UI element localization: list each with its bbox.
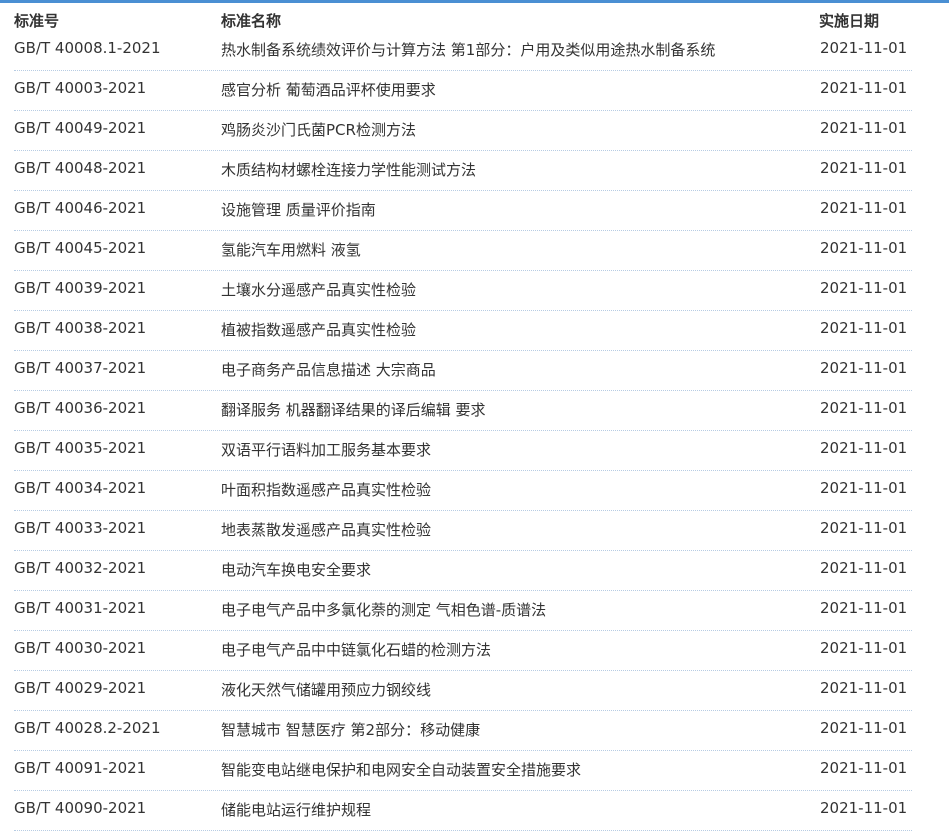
table-row[interactable]: GB/T 40036-2021 翻译服务 机器翻译结果的译后编辑 要求 2021-1…: [0, 391, 949, 431]
standard-code[interactable]: GB/T 40034-2021: [14, 479, 146, 497]
implementation-date: 2021-11-01: [820, 799, 908, 817]
standard-name-link[interactable]: 叶面积指数遥感产品真实性检验: [221, 479, 431, 500]
standard-code[interactable]: GB/T 40028.2-2021: [14, 719, 161, 737]
standard-code[interactable]: GB/T 40035-2021: [14, 439, 146, 457]
implementation-date: 2021-11-01: [820, 439, 908, 457]
table-row[interactable]: GB/T 40090-2021 储能电站运行维护规程 2021-11-01: [0, 791, 949, 831]
standard-code[interactable]: GB/T 40048-2021: [14, 159, 146, 177]
standard-code[interactable]: GB/T 40090-2021: [14, 799, 146, 817]
standard-name-link[interactable]: 液化天然气储罐用预应力钢绞线: [221, 679, 431, 700]
standard-name-link[interactable]: 地表蒸散发遥感产品真实性检验: [221, 519, 431, 540]
table-row[interactable]: GB/T 40048-2021 木质结构材螺栓连接力学性能测试方法 2021-11-…: [0, 151, 949, 191]
standard-code[interactable]: GB/T 40031-2021: [14, 599, 146, 617]
header-implementation-date: 实施日期: [819, 12, 880, 30]
standard-name-link[interactable]: 智能变电站继电保护和电网安全自动装置安全措施要求: [221, 759, 581, 780]
table-row[interactable]: GB/T 40045-2021 氢能汽车用燃料 液氢 2021-11-01: [0, 231, 949, 271]
table-row[interactable]: GB/T 40008.1-2021 热水制备系统绩效评价与计算方法 第1部分：户用…: [0, 31, 949, 71]
implementation-date: 2021-11-01: [820, 719, 908, 737]
implementation-date: 2021-11-01: [820, 559, 908, 577]
table-row[interactable]: GB/T 40029-2021 液化天然气储罐用预应力钢绞线 2021-11-01: [0, 671, 949, 711]
implementation-date: 2021-11-01: [820, 79, 908, 97]
implementation-date: 2021-11-01: [820, 359, 908, 377]
implementation-date: 2021-11-01: [820, 239, 908, 257]
table-body: GB/T 40008.1-2021 热水制备系统绩效评价与计算方法 第1部分：户用…: [0, 31, 949, 831]
standard-name-link[interactable]: 双语平行语料加工服务基本要求: [221, 439, 431, 460]
table-row[interactable]: GB/T 40032-2021 电动汽车换电安全要求 2021-11-01: [0, 551, 949, 591]
standard-name-link[interactable]: 电子电气产品中中链氯化石蜡的检测方法: [221, 639, 491, 660]
standard-code[interactable]: GB/T 40039-2021: [14, 279, 146, 297]
implementation-date: 2021-11-01: [820, 39, 908, 57]
table-row[interactable]: GB/T 40039-2021 土壤水分遥感产品真实性检验 2021-11-01: [0, 271, 949, 311]
standard-code[interactable]: GB/T 40029-2021: [14, 679, 146, 697]
implementation-date: 2021-11-01: [820, 759, 908, 777]
table-row[interactable]: GB/T 40028.2-2021 智慧城市 智慧医疗 第2部分：移动健康 2021…: [0, 711, 949, 751]
standard-name-link[interactable]: 感官分析 葡萄酒品评杯使用要求: [221, 79, 436, 100]
standard-name-link[interactable]: 木质结构材螺栓连接力学性能测试方法: [221, 159, 476, 180]
standard-code[interactable]: GB/T 40030-2021: [14, 639, 146, 657]
standard-code[interactable]: GB/T 40008.1-2021: [14, 39, 161, 57]
standard-code[interactable]: GB/T 40033-2021: [14, 519, 146, 537]
standard-code[interactable]: GB/T 40091-2021: [14, 759, 146, 777]
table-row[interactable]: GB/T 40049-2021 鸡肠炎沙门氏菌PCR检测方法 2021-11-01: [0, 111, 949, 151]
standard-code[interactable]: GB/T 40045-2021: [14, 239, 146, 257]
implementation-date: 2021-11-01: [820, 679, 908, 697]
table-row[interactable]: GB/T 40035-2021 双语平行语料加工服务基本要求 2021-11-01: [0, 431, 949, 471]
standard-name-link[interactable]: 智慧城市 智慧医疗 第2部分：移动健康: [221, 719, 480, 740]
standard-name-link[interactable]: 植被指数遥感产品真实性检验: [221, 319, 416, 340]
standard-name-link[interactable]: 翻译服务 机器翻译结果的译后编辑 要求: [221, 399, 486, 420]
standard-name-link[interactable]: 电子电气产品中多氯化萘的测定 气相色谱-质谱法: [221, 599, 546, 620]
header-standard-code: 标准号: [14, 12, 60, 30]
table-row[interactable]: GB/T 40031-2021 电子电气产品中多氯化萘的测定 气相色谱-质谱法 20…: [0, 591, 949, 631]
standard-code[interactable]: GB/T 40046-2021: [14, 199, 146, 217]
standard-name-link[interactable]: 储能电站运行维护规程: [221, 799, 371, 820]
standard-name-link[interactable]: 热水制备系统绩效评价与计算方法 第1部分：户用及类似用途热水制备系统: [221, 39, 715, 60]
standard-name-link[interactable]: 设施管理 质量评价指南: [221, 199, 376, 220]
standard-code[interactable]: GB/T 40038-2021: [14, 319, 146, 337]
table-row[interactable]: GB/T 40037-2021 电子商务产品信息描述 大宗商品 2021-11-01: [0, 351, 949, 391]
standard-name-link[interactable]: 土壤水分遥感产品真实性检验: [221, 279, 416, 300]
implementation-date: 2021-11-01: [820, 279, 908, 297]
standard-code[interactable]: GB/T 40032-2021: [14, 559, 146, 577]
implementation-date: 2021-11-01: [820, 319, 908, 337]
standard-name-link[interactable]: 氢能汽车用燃料 液氢: [221, 239, 361, 260]
standard-code[interactable]: GB/T 40036-2021: [14, 399, 146, 417]
standard-name-link[interactable]: 电动汽车换电安全要求: [221, 559, 371, 580]
table-header: 标准号 标准名称 实施日期: [0, 3, 949, 33]
standard-code[interactable]: GB/T 40003-2021: [14, 79, 146, 97]
implementation-date: 2021-11-01: [820, 399, 908, 417]
table-row[interactable]: GB/T 40034-2021 叶面积指数遥感产品真实性检验 2021-11-01: [0, 471, 949, 511]
table-row[interactable]: GB/T 40046-2021 设施管理 质量评价指南 2021-11-01: [0, 191, 949, 231]
implementation-date: 2021-11-01: [820, 159, 908, 177]
table-row[interactable]: GB/T 40091-2021 智能变电站继电保护和电网安全自动装置安全措施要求 2…: [0, 751, 949, 791]
standard-code[interactable]: GB/T 40037-2021: [14, 359, 146, 377]
standard-name-link[interactable]: 鸡肠炎沙门氏菌PCR检测方法: [221, 119, 416, 140]
standard-name-link[interactable]: 电子商务产品信息描述 大宗商品: [221, 359, 436, 380]
standards-list-page: 标准号 标准名称 实施日期 GB/T 40008.1-2021 热水制备系统绩效评…: [0, 0, 949, 838]
header-standard-name: 标准名称: [221, 12, 282, 30]
implementation-date: 2021-11-01: [820, 479, 908, 497]
implementation-date: 2021-11-01: [820, 119, 908, 137]
implementation-date: 2021-11-01: [820, 199, 908, 217]
table-row[interactable]: GB/T 40038-2021 植被指数遥感产品真实性检验 2021-11-01: [0, 311, 949, 351]
implementation-date: 2021-11-01: [820, 599, 908, 617]
standard-code[interactable]: GB/T 40049-2021: [14, 119, 146, 137]
table-row[interactable]: GB/T 40030-2021 电子电气产品中中链氯化石蜡的检测方法 2021-11…: [0, 631, 949, 671]
implementation-date: 2021-11-01: [820, 639, 908, 657]
implementation-date: 2021-11-01: [820, 519, 908, 537]
table-row[interactable]: GB/T 40003-2021 感官分析 葡萄酒品评杯使用要求 2021-11-01: [0, 71, 949, 111]
table-row[interactable]: GB/T 40033-2021 地表蒸散发遥感产品真实性检验 2021-11-01: [0, 511, 949, 551]
